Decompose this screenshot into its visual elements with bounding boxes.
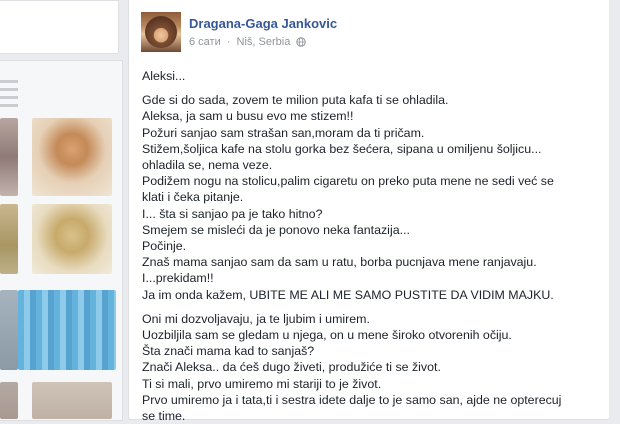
blurred-thumbnail (32, 118, 112, 196)
blurred-thumbnail (0, 204, 18, 274)
globe-icon[interactable] (296, 37, 307, 47)
post-text: Aleksi... Gde si do sada, zovem te milion… (142, 68, 602, 424)
post-text-line: Znači Aleksa.. da ćeš dugo živeti, produ… (142, 360, 441, 375)
post-text-line: Počinje. (142, 239, 187, 254)
post-text-line: I...prekidam!! (142, 271, 214, 286)
post-card: Dragana-Gaga Jankovic 6 сати · Niš, Serb… (128, 0, 610, 423)
post-text-line: I... šta si sanjao pa je tako hitno? (142, 206, 323, 221)
post-text-line: Prvo umiremo ja i tata,ti i sestra idete… (142, 392, 562, 407)
post-time[interactable]: 6 сати (189, 36, 221, 48)
blurred-thumbnail (0, 382, 18, 419)
post-text-line: Požuri sanjao sam strašan san,moram da t… (142, 125, 425, 140)
post-text-line: Uozbiljila sam se gledam u njega, on u m… (142, 328, 512, 343)
blurred-thumbnail (32, 204, 112, 274)
post-text-line: se time. (142, 409, 186, 424)
blurred-thumbnail (0, 290, 18, 370)
post-location[interactable]: Niš, Serbia (237, 36, 291, 48)
blurred-thumbnail (32, 382, 112, 419)
page-margin (609, 0, 620, 419)
avatar[interactable] (141, 12, 181, 52)
blurred-card-top (0, 0, 119, 54)
post-text-line: Aleksa, ja sam u busu evo me stizem!! (142, 109, 354, 124)
author-name[interactable]: Dragana-Gaga Jankovic (189, 16, 337, 31)
post-text-line: Ja im onda kažem, UBITE ME ALI ME SAMO P… (142, 287, 554, 302)
post-text-line: ohladila se, nema veze. (142, 158, 273, 173)
blurred-text (0, 80, 18, 110)
post-text-line: Ti si mali, prvo umiremo mi stariji to j… (142, 376, 382, 391)
post-text-line: Znaš mama sanjao sam da sam u ratu, borb… (142, 255, 537, 270)
post-text-line: Šta znači mama kad to sanjaš? (142, 344, 315, 359)
post-text-line: Gde si do sada, zovem te milion puta kaf… (142, 93, 449, 108)
post-text-line: Aleksi... (142, 69, 186, 83)
post-meta: 6 сати · Niš, Serbia (189, 36, 307, 49)
post-text-line: Oni mi dozvoljavaju, ja te ljubim i umir… (142, 311, 370, 326)
post-text-line: Smejem se misleći da je ponovo neka fant… (142, 222, 410, 237)
meta-separator: · (226, 36, 231, 49)
post-text-line: klati i čeka pitanje. (142, 190, 244, 205)
blurred-thumbnail (18, 290, 116, 370)
post-text-line: Stižem,šoljica kafe na stolu gorka bez š… (142, 141, 542, 156)
blurred-thumbnail (0, 118, 18, 196)
left-sidebar-blurred (0, 0, 124, 421)
post-text-line: Podižem nogu na stolicu,palim cigaretu o… (142, 174, 554, 189)
